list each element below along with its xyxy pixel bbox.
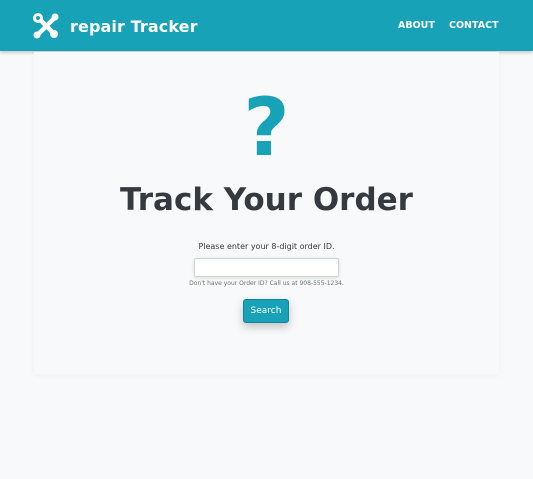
help-text: Don't have your Order ID? Call us at 908… [189,280,344,287]
navbar: repair Tracker ABOUT CONTACT [0,0,533,51]
question-mark-icon: ? [243,81,290,174]
brand-name: repair Tracker [70,16,198,36]
search-button[interactable]: Search [243,299,289,323]
tools-icon [33,13,59,39]
order-id-prompt: Please enter your 8-digit order ID. [198,242,335,251]
nav-link-about[interactable]: ABOUT [398,20,435,31]
page-title: Track Your Order [120,182,413,218]
nav-link-contact[interactable]: CONTACT [449,20,499,31]
brand[interactable]: repair Tracker [33,12,198,40]
order-id-input[interactable] [194,258,339,277]
